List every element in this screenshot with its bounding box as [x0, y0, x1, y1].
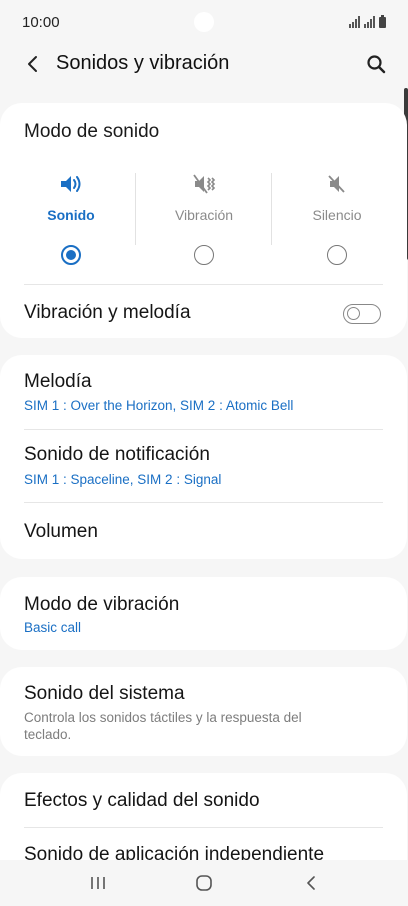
- camera-cutout: [194, 12, 214, 32]
- vibration-melody-row[interactable]: Vibración y melodía: [0, 285, 407, 338]
- search-icon[interactable]: [362, 50, 390, 78]
- nav-back-icon[interactable]: [292, 868, 332, 898]
- speaker-icon: [58, 171, 84, 197]
- vibration-pattern-title: Modo de vibración: [24, 594, 180, 615]
- sound-mode-radio-vibration[interactable]: [194, 245, 214, 265]
- mute-icon: [324, 171, 350, 197]
- vibration-melody-toggle[interactable]: [343, 304, 381, 324]
- status-icons: [349, 14, 386, 28]
- vibrate-icon: [191, 171, 217, 197]
- system-sound-card[interactable]: Sonido del sistema Controla los sonidos …: [0, 667, 407, 756]
- notification-sound-value: SIM 1 : Spaceline, SIM 2 : Signal: [24, 472, 222, 487]
- home-icon[interactable]: [184, 868, 224, 898]
- sound-effects-title: Efectos y calidad del sonido: [24, 790, 260, 811]
- system-sound-description: Controla los sonidos táctiles y la respu…: [24, 710, 302, 742]
- vibration-mode-label: Vibración: [174, 207, 234, 223]
- battery-icon: [379, 15, 386, 28]
- volume-title: Volumen: [24, 521, 98, 542]
- notification-sound-row[interactable]: Sonido de notificación SIM 1 : Spaceline…: [0, 430, 407, 502]
- silent-mode-label: Silencio: [312, 207, 362, 223]
- vibration-pattern-value: Basic call: [24, 620, 82, 635]
- ringtone-row[interactable]: Melodía SIM 1 : Over the Horizon, SIM 2 …: [0, 355, 407, 429]
- navigation-bar: [0, 860, 408, 906]
- ringtone-value: SIM 1 : Over the Horizon, SIM 2 : Atomic…: [24, 398, 294, 413]
- sound-effects-row[interactable]: Efectos y calidad del sonido: [0, 773, 407, 827]
- recent-apps-icon[interactable]: [78, 868, 118, 898]
- volume-row[interactable]: Volumen: [0, 503, 407, 559]
- sound-mode-radio-sound[interactable]: [61, 245, 81, 265]
- sound-mode-option-silent[interactable]: Silencio: [269, 171, 405, 271]
- sound-mode-label: Sonido: [47, 207, 95, 223]
- status-time: 10:00: [22, 14, 60, 31]
- sound-mode-option-sound[interactable]: Sonido: [3, 171, 139, 271]
- sound-mode-title: Modo de sonido: [24, 121, 160, 142]
- notification-sound-title: Sonido de notificación: [24, 444, 210, 465]
- back-arrow-icon[interactable]: [20, 50, 48, 78]
- vibration-pattern-card[interactable]: Modo de vibración Basic call: [0, 577, 407, 650]
- sound-mode-option-vibration[interactable]: Vibración: [136, 171, 272, 271]
- system-sound-title: Sonido del sistema: [24, 683, 185, 704]
- vibration-melody-label: Vibración y melodía: [24, 302, 191, 323]
- signal-sim2-icon: [364, 16, 375, 28]
- status-bar: 10:00: [0, 0, 408, 44]
- ringtone-title: Melodía: [24, 371, 92, 392]
- sound-mode-card: Modo de sonido Sonido Vibración Silencio…: [0, 103, 407, 338]
- app-bar: Sonidos y vibración: [0, 44, 408, 84]
- signal-sim1-icon: [349, 16, 360, 28]
- sound-mode-radio-silent[interactable]: [327, 245, 347, 265]
- sounds-card: Melodía SIM 1 : Over the Horizon, SIM 2 …: [0, 355, 407, 559]
- page-title: Sonidos y vibración: [56, 52, 230, 74]
